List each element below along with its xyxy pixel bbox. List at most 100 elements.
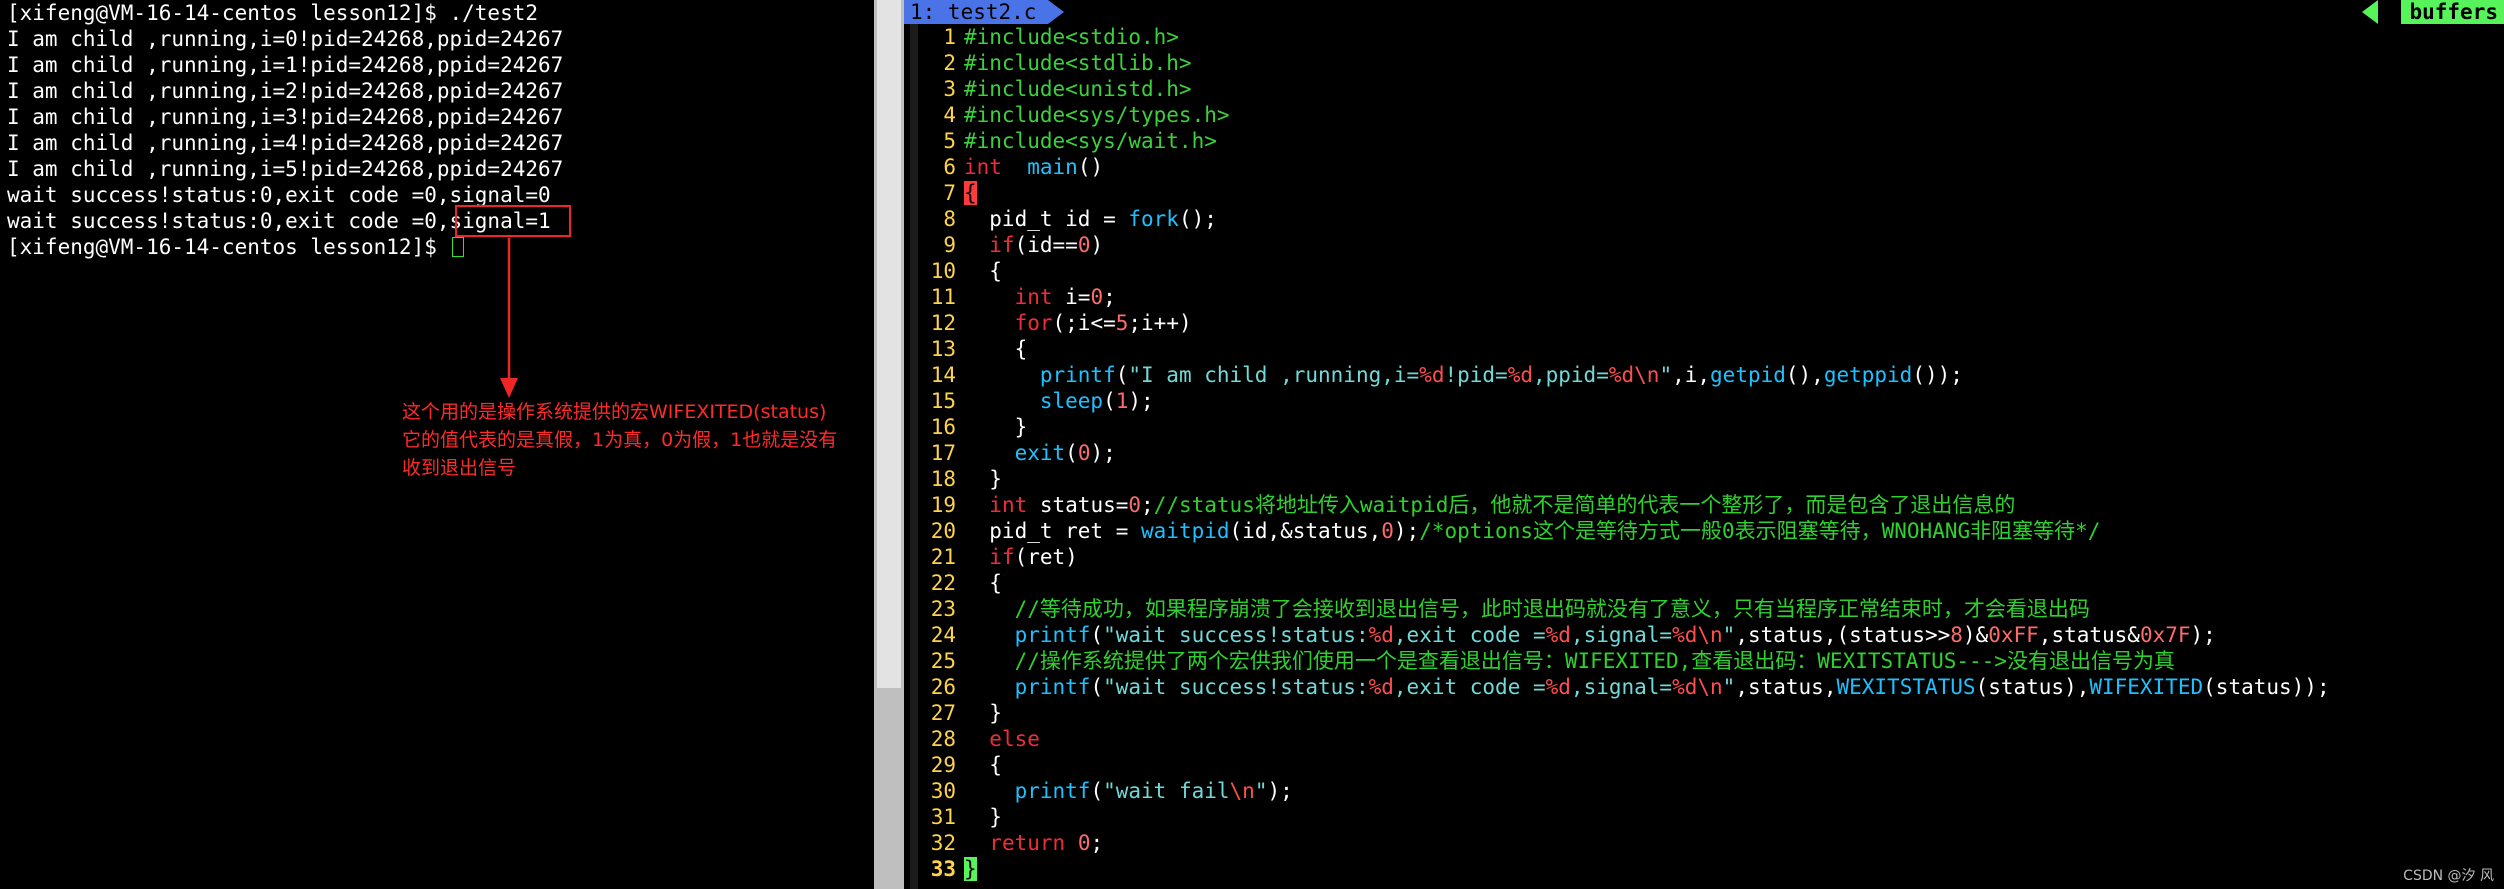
code-text: printf("wait success!status:%d,exit code…	[964, 622, 2216, 648]
code-token: %d	[1368, 675, 1394, 699]
code-token: status=	[1027, 493, 1129, 517]
code-token: (status));	[2203, 675, 2330, 699]
code-token: );	[1393, 519, 1420, 543]
code-token: %d	[1419, 363, 1445, 387]
code-text: #include<sys/types.h>	[964, 102, 1230, 128]
code-token: exit	[1014, 441, 1066, 465]
watermark: CSDN @汐 风	[2403, 868, 2494, 884]
code-token: {	[964, 181, 977, 205]
code-token: 0	[1381, 519, 1394, 543]
code-token: int	[989, 493, 1028, 517]
code-text: {	[964, 570, 1002, 596]
line-number: 18	[930, 467, 956, 491]
code-token: "wait fail	[1103, 779, 1230, 803]
code-token: #include<stdio.h>	[964, 25, 1179, 49]
line-number: 28	[930, 727, 956, 751]
code-token: ,signal=	[1570, 675, 1673, 699]
code-token: getpid	[1710, 363, 1786, 387]
code-text: pid_t ret = waitpid(id,&status,0);/*opti…	[964, 518, 2100, 544]
tab-test2-c[interactable]: 1: test2.c	[904, 0, 1048, 24]
code-token: );	[1128, 389, 1167, 413]
buffers-label[interactable]: buffers	[2401, 0, 2504, 24]
code-token: 5	[1115, 311, 1129, 335]
line-number: 9	[943, 233, 956, 257]
code-token: 0	[1128, 493, 1142, 517]
code-token: "	[1659, 363, 1673, 387]
code-token: );	[1090, 441, 1116, 465]
code-token: fork	[1128, 207, 1179, 231]
code-token: }	[964, 805, 1002, 829]
code-token: (	[1090, 675, 1104, 699]
code-token: {	[964, 337, 1028, 361]
code-token: )	[1090, 233, 1104, 257]
code-token: ,status,	[1735, 675, 1837, 699]
code-token: ());	[1912, 363, 1963, 387]
annotation-note: 这个用的是操作系统提供的宏WIFEXITED(status) 它的值代表的是真假…	[402, 398, 872, 482]
code-text: pid_t id = fork();	[964, 206, 1217, 232]
terminal-prompt: [xifeng@VM-16-14-centos lesson12]$	[7, 235, 450, 259]
code-token: ,status&	[2038, 623, 2140, 647]
code-token: "	[1722, 675, 1736, 699]
code-text: printf("wait fail\n");	[964, 778, 1293, 804]
annotation-line: 收到退出信号	[402, 457, 517, 479]
code-token: }	[964, 701, 1002, 725]
code-token: int	[1014, 285, 1053, 309]
code-token: ,exit code =	[1393, 623, 1546, 647]
line-number: 5	[943, 129, 956, 153]
code-token: (;i<=	[1052, 311, 1116, 335]
code-token: 1	[1115, 389, 1129, 413]
terminal-line: I am child ,running,i=0!pid=24268,ppid=2…	[7, 27, 564, 51]
terminal-prompt-line[interactable]: [xifeng@VM-16-14-centos lesson12]$	[7, 234, 464, 260]
code-text: {	[964, 752, 1002, 778]
line-number: 30	[930, 779, 956, 803]
code-token: (),	[1785, 363, 1824, 387]
code-token: "I am child ,running,i=	[1128, 363, 1420, 387]
code-text: sleep(1);	[964, 388, 1166, 414]
code-token: for	[1014, 311, 1053, 335]
code-token: 0x7F	[2139, 623, 2191, 647]
code-token: \n	[1697, 675, 1723, 699]
vim-editor-pane[interactable]: 1: test2.c buffers 1 #include<stdio.h> 2 #i…	[904, 0, 2504, 889]
code-token: (status),	[1975, 675, 2090, 699]
sign-column	[910, 24, 918, 889]
vim-tabline: 1: test2.c buffers	[904, 0, 2504, 24]
terminal-line: I am child ,running,i=4!pid=24268,ppid=2…	[7, 131, 564, 155]
scrollbar-thumb[interactable]	[877, 0, 901, 688]
code-token: ;	[1090, 831, 1104, 855]
code-token: %d	[1608, 363, 1635, 387]
code-text: //操作系统提供了两个宏供我们使用一个是查看退出信号：WIFEXITED,查看退…	[964, 648, 2175, 674]
code-token: WIFEXITED	[2089, 675, 2204, 699]
terminal-pane[interactable]: [xifeng@VM-16-14-centos lesson12]$ ./tes…	[0, 0, 874, 889]
code-token: printf	[1014, 779, 1091, 803]
line-number: 21	[930, 545, 956, 569]
code-text: {	[964, 180, 977, 206]
code-token: //操作系统提供了两个宏供我们使用一个是查看退出信号：WIFEXITED,查看退…	[1014, 649, 2175, 673]
code-token: \n	[1229, 779, 1255, 803]
code-text: }	[964, 414, 1028, 440]
line-number: 14	[930, 363, 956, 387]
line-number: 15	[930, 389, 956, 413]
code-token: }	[964, 857, 977, 881]
code-token: }	[964, 467, 1002, 491]
line-number: 29	[930, 753, 956, 777]
code-token: #include<sys/wait.h>	[964, 129, 1217, 153]
code-text: #include<unistd.h>	[964, 76, 1192, 102]
code-text: //等待成功，如果程序崩溃了会接收到退出信号，此时退出码就没有了意义，只有当程序…	[964, 596, 2090, 622]
code-token: \n	[1697, 623, 1723, 647]
terminal-line: I am child ,running,i=1!pid=24268,ppid=2…	[7, 53, 564, 77]
terminal-line: I am child ,running,i=2!pid=24268,ppid=2…	[7, 79, 564, 103]
code-token: ,exit code =	[1393, 675, 1546, 699]
code-token: %d	[1672, 675, 1698, 699]
pane-scrollbar[interactable]	[874, 0, 904, 889]
code-token: printf	[1039, 363, 1116, 387]
